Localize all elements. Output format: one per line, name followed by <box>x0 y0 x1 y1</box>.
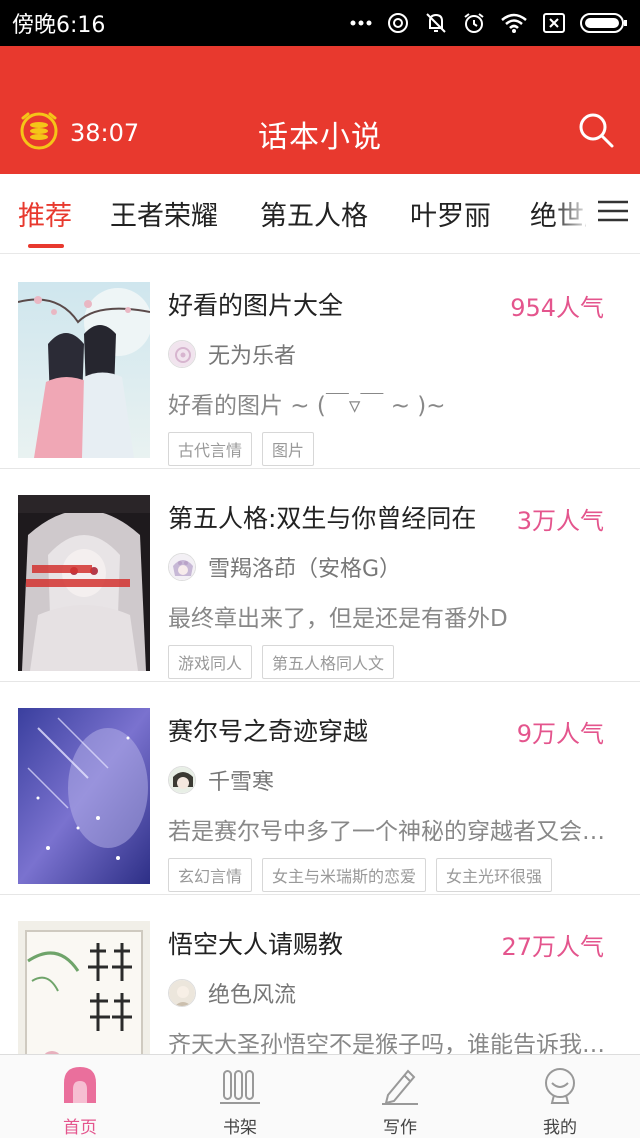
book-cover[interactable] <box>18 282 150 458</box>
nav-bookshelf-label: 书架 <box>223 1118 257 1138</box>
book-cover[interactable] <box>18 708 150 884</box>
nav-home[interactable]: 首页 <box>0 1055 160 1138</box>
tag[interactable]: 玄幻言情 <box>168 858 253 892</box>
bottom-nav: 首页 书架 写作 我的 <box>0 1054 640 1138</box>
profile-icon <box>540 1065 580 1105</box>
wifi-icon <box>500 12 528 34</box>
category-menu-button[interactable] <box>586 174 640 252</box>
tag-list: 玄幻言情 女主与米瑞斯的恋爱 女主光环很强 <box>168 858 553 892</box>
tag[interactable]: 女主与米瑞斯的恋爱 <box>262 858 427 892</box>
nav-profile-label: 我的 <box>543 1118 577 1138</box>
search-icon <box>576 113 616 154</box>
book-item[interactable]: 第五人格:双生与你曾经同在 3万人气 雪羯洛茚（安格G） 最终章出来了，但是还是… <box>0 469 640 682</box>
avatar[interactable] <box>168 766 196 794</box>
active-tab-indicator <box>28 244 64 248</box>
pen-icon <box>380 1065 420 1105</box>
book-item[interactable]: 悟空大人请赐教 27万人气 绝色风流 齐天大圣孙悟空不是猴子吗，谁能告诉我这是怎… <box>0 895 640 1054</box>
book-summary: 齐天大圣孙悟空不是猴子吗，谁能告诉我这是怎么回事 <box>168 1032 612 1054</box>
book-title[interactable]: 好看的图片大全 <box>168 286 500 322</box>
book-cover[interactable] <box>18 495 150 671</box>
hamburger-menu-icon <box>598 199 628 227</box>
nav-home-label: 首页 <box>63 1118 97 1138</box>
author-row[interactable]: 无为乐者 <box>168 338 296 370</box>
author-name: 无为乐者 <box>208 344 297 369</box>
nav-write[interactable]: 写作 <box>320 1055 480 1138</box>
tag-list: 游戏同人 第五人格同人文 <box>168 645 395 679</box>
mute-icon <box>424 11 448 35</box>
author-name: 千雪寒 <box>208 770 275 795</box>
app-title: 话本小说 <box>258 120 382 155</box>
book-item[interactable]: 赛尔号之奇迹穿越 9万人气 千雪寒 若是赛尔号中多了一个神秘的穿越者又会是怎样 … <box>0 682 640 895</box>
avatar[interactable] <box>168 553 196 581</box>
avatar[interactable] <box>168 340 196 368</box>
popularity-count: 954人气 <box>510 294 604 322</box>
status-time: 傍晚6:16 <box>12 13 106 38</box>
tag-list: 古代言情 图片 <box>168 432 315 466</box>
author-name: 绝色风流 <box>208 983 297 1008</box>
popularity-count: 27万人气 <box>501 933 604 961</box>
sim-icon <box>542 12 566 34</box>
book-summary: 最终章出来了，但是还是有番外D <box>168 606 508 632</box>
author-row[interactable]: 绝色风流 <box>168 977 296 1009</box>
app-header: 38:07 话本小说 <box>0 46 640 174</box>
tab-wangzherongyao[interactable]: 王者荣耀 <box>110 194 218 233</box>
nav-profile[interactable]: 我的 <box>480 1055 640 1138</box>
nav-bookshelf[interactable]: 书架 <box>160 1055 320 1138</box>
battery-icon <box>580 12 628 34</box>
tag[interactable]: 第五人格同人文 <box>262 645 395 679</box>
book-cover[interactable] <box>18 921 150 1054</box>
hotspot-icon <box>386 11 410 35</box>
book-list: 好看的图片大全 954人气 无为乐者 好看的图片 ~ (￣▿￣ ~ )~ 古代言… <box>0 256 640 1054</box>
category-tabs: 推荐 王者荣耀 第五人格 叶罗丽 绝世唐门 <box>0 174 640 254</box>
home-icon <box>60 1065 100 1105</box>
status-bar: 傍晚6:16 <box>0 0 640 46</box>
tag[interactable]: 古代言情 <box>168 432 253 466</box>
search-button[interactable] <box>576 110 616 150</box>
author-row[interactable]: 千雪寒 <box>168 764 274 796</box>
book-title[interactable]: 悟空大人请赐教 <box>168 925 500 961</box>
book-summary: 好看的图片 ~ (￣▿￣ ~ )~ <box>168 393 446 419</box>
tag[interactable]: 女主光环很强 <box>436 858 553 892</box>
author-row[interactable]: 雪羯洛茚（安格G） <box>168 551 401 583</box>
tag[interactable]: 图片 <box>262 432 315 466</box>
avatar[interactable] <box>168 979 196 1007</box>
tag[interactable]: 游戏同人 <box>168 645 253 679</box>
book-title[interactable]: 第五人格:双生与你曾经同在 <box>168 499 500 535</box>
status-icons <box>350 11 628 35</box>
nav-write-label: 写作 <box>383 1118 417 1138</box>
popularity-count: 3万人气 <box>516 507 604 535</box>
more-dots-icon <box>350 20 372 26</box>
bookshelf-icon <box>220 1065 260 1105</box>
popularity-count: 9万人气 <box>516 720 604 748</box>
tab-recommend[interactable]: 推荐 <box>18 194 72 233</box>
book-title[interactable]: 赛尔号之奇迹穿越 <box>168 712 500 748</box>
book-summary: 若是赛尔号中多了一个神秘的穿越者又会是怎样 <box>168 819 612 845</box>
alarm-icon <box>462 11 486 35</box>
tab-yeluoli[interactable]: 叶罗丽 <box>410 194 491 233</box>
book-item[interactable]: 好看的图片大全 954人气 无为乐者 好看的图片 ~ (￣▿￣ ~ )~ 古代言… <box>0 256 640 469</box>
tab-diwurenge[interactable]: 第五人格 <box>260 194 368 233</box>
author-name: 雪羯洛茚（安格G） <box>208 557 402 582</box>
